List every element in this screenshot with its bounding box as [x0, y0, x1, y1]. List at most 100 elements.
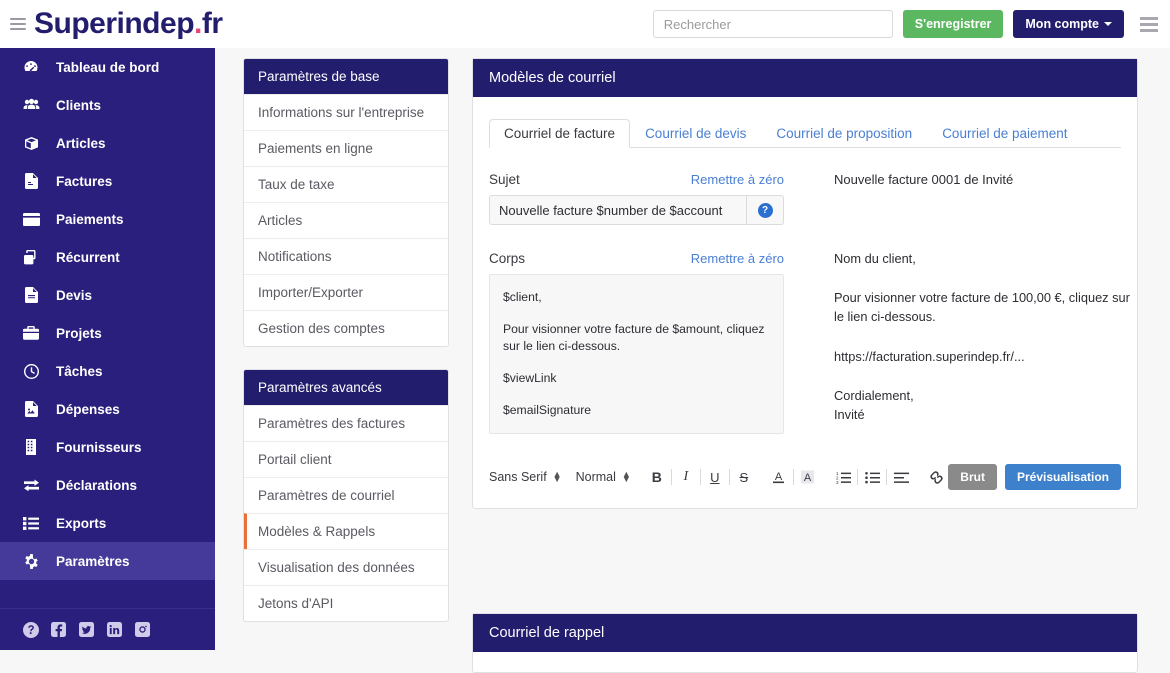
- settings-menu-icon[interactable]: [1140, 16, 1158, 32]
- body-reset-link[interactable]: Remettre à zéro: [691, 251, 784, 266]
- underline-button[interactable]: U: [703, 465, 727, 489]
- sidebar-item-parametres[interactable]: Paramètres: [0, 542, 215, 580]
- settings-item-notifications[interactable]: Notifications: [244, 238, 448, 274]
- briefcase-icon: [22, 326, 40, 340]
- search-input[interactable]: [652, 10, 893, 38]
- tab-courriel-de-facture[interactable]: Courriel de facture: [489, 118, 631, 148]
- preview-closing-line1: Cordialement,: [834, 387, 914, 403]
- settings-item-portail-client[interactable]: Portail client: [244, 441, 448, 477]
- sidebar-item-projets[interactable]: Projets: [0, 314, 215, 352]
- preview-button[interactable]: Prévisualisation: [1004, 464, 1122, 491]
- settings-item-parametres-de-courriel[interactable]: Paramètres de courriel: [244, 477, 448, 513]
- preview-subject: Nouvelle facture 0001 de Invité: [834, 172, 1014, 187]
- font-family-value: Sans Serif: [489, 470, 547, 485]
- bullet-list-icon[interactable]: [860, 465, 884, 489]
- tab-courriel-de-proposition[interactable]: Courriel de proposition: [761, 119, 927, 149]
- sidebar-item-label: Paiements: [56, 211, 124, 227]
- highlight-color-icon[interactable]: A: [796, 465, 820, 489]
- font-family-select[interactable]: Sans Serif ▲ ▼: [489, 469, 562, 485]
- gear-icon: [22, 553, 40, 569]
- settings-item-modeles-rappels[interactable]: Modèles & Rappels: [244, 513, 448, 549]
- advanced-settings-title: Paramètres avancés: [244, 370, 448, 405]
- settings-item-parametres-des-factures[interactable]: Paramètres des factures: [244, 405, 448, 441]
- svg-text:A: A: [804, 472, 812, 484]
- box-icon: [22, 136, 40, 151]
- exchange-icon: [22, 479, 40, 492]
- tab-courriel-de-devis[interactable]: Courriel de devis: [630, 119, 761, 149]
- email-templates-card: Modèles de courriel Courriel de facture …: [472, 58, 1138, 510]
- twitter-icon[interactable]: [78, 621, 95, 638]
- sidebar-item-recurrent[interactable]: Récurrent: [0, 238, 215, 276]
- template-editor-area: Sujet Remettre à zéro ? Corps Remettre à…: [489, 172, 1130, 435]
- text-color-icon[interactable]: A: [767, 465, 791, 489]
- italic-button[interactable]: I: [674, 465, 698, 489]
- copy-icon: [22, 249, 40, 265]
- settings-item-paiements-en-ligne[interactable]: Paiements en ligne: [244, 130, 448, 166]
- settings-item-taux-de-taxe[interactable]: Taux de taxe: [244, 166, 448, 202]
- list-icon: [22, 516, 40, 530]
- my-account-button[interactable]: Mon compte: [1013, 10, 1124, 38]
- subject-label: Sujet: [489, 172, 520, 187]
- sidebar-item-clients[interactable]: Clients: [0, 86, 215, 124]
- help-icon[interactable]: [22, 621, 39, 638]
- align-icon[interactable]: [889, 465, 913, 489]
- preview-link[interactable]: https://facturation.superindep.fr/...: [834, 347, 1134, 366]
- linkedin-icon[interactable]: [106, 621, 123, 638]
- sidebar-item-label: Paramètres: [56, 553, 130, 569]
- strikethrough-button[interactable]: S: [732, 465, 756, 489]
- sidebar-item-label: Déclarations: [56, 477, 138, 493]
- chevron-down-icon: [1104, 22, 1112, 26]
- invoice-icon: [22, 173, 40, 189]
- settings-item-gestion-des-comptes[interactable]: Gestion des comptes: [244, 310, 448, 346]
- body-editor[interactable]: $client, Pour visionner votre facture de…: [489, 274, 784, 435]
- clock-icon: [22, 363, 40, 379]
- preview-closing-line2: Invité: [834, 406, 865, 422]
- subject-help-button[interactable]: ?: [746, 195, 784, 225]
- my-account-label: Mon compte: [1025, 17, 1099, 31]
- sidebar-item-label: Récurrent: [56, 249, 120, 265]
- settings-item-articles[interactable]: Articles: [244, 202, 448, 238]
- sidebar-item-fournisseurs[interactable]: Fournisseurs: [0, 428, 215, 466]
- body-line-1: $client,: [503, 290, 542, 304]
- sidebar-item-devis[interactable]: Devis: [0, 276, 215, 314]
- body-field-row: Corps Remettre à zéro: [489, 251, 784, 266]
- sidebar-item-articles[interactable]: Articles: [0, 124, 215, 162]
- signup-button[interactable]: S'enregistrer: [902, 10, 1004, 38]
- settings-item-visualisation-des-donnees[interactable]: Visualisation des données: [244, 549, 448, 585]
- preview-greeting: Nom du client,: [834, 251, 916, 266]
- reminder-card-title: Courriel de rappel: [473, 614, 1137, 652]
- ordered-list-icon[interactable]: 123: [831, 465, 855, 489]
- sidebar-item-factures[interactable]: Factures: [0, 162, 215, 200]
- settings-item-informations-entreprise[interactable]: Informations sur l'entreprise: [244, 94, 448, 130]
- chevron-updown-icon: ▲ ▼: [552, 469, 562, 485]
- sidebar-item-exports[interactable]: Exports: [0, 504, 215, 542]
- sidebar-item-paiements[interactable]: Paiements: [0, 200, 215, 238]
- settings-item-importer-exporter[interactable]: Importer/Exporter: [244, 274, 448, 310]
- subject-input[interactable]: [489, 195, 746, 225]
- sidebar-item-taches[interactable]: Tâches: [0, 352, 215, 390]
- facebook-icon[interactable]: [50, 621, 67, 638]
- settings-item-jetons-api[interactable]: Jetons d'API: [244, 585, 448, 621]
- brand-logo[interactable]: Superindep.fr: [34, 9, 223, 39]
- hamburger-icon[interactable]: [10, 18, 26, 30]
- tab-courriel-de-paiement[interactable]: Courriel de paiement: [927, 119, 1082, 149]
- subject-reset-link[interactable]: Remettre à zéro: [691, 172, 784, 187]
- chevron-updown-icon: ▲ ▼: [621, 469, 631, 485]
- font-size-value: Normal: [575, 470, 616, 485]
- toolbar-divider: [886, 469, 888, 486]
- sidebar-item-label: Fournisseurs: [56, 439, 142, 455]
- editor-column: Sujet Remettre à zéro ? Corps Remettre à…: [489, 172, 784, 435]
- reminder-card-body: [473, 652, 1137, 672]
- sidebar-item-declarations[interactable]: Déclarations: [0, 466, 215, 504]
- bold-button[interactable]: B: [645, 465, 669, 489]
- basic-settings-title: Paramètres de base: [244, 59, 448, 94]
- toolbar-divider: [728, 469, 730, 486]
- sidebar-item-depenses[interactable]: Dépenses: [0, 390, 215, 428]
- font-size-select[interactable]: Normal ▲ ▼: [575, 469, 631, 485]
- settings-navigation-column: Paramètres de base Informations sur l'en…: [243, 58, 449, 644]
- users-icon: [22, 98, 40, 112]
- instagram-icon[interactable]: [134, 621, 151, 638]
- sidebar-item-tableau-de-bord[interactable]: Tableau de bord: [0, 48, 215, 86]
- link-icon[interactable]: [924, 465, 948, 489]
- raw-button[interactable]: Brut: [948, 464, 997, 491]
